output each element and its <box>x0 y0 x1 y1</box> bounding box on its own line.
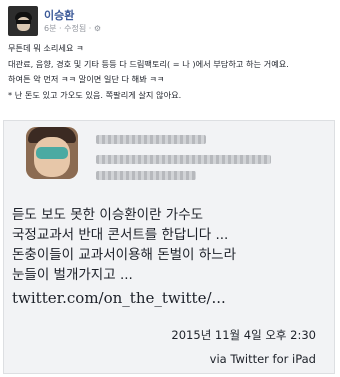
tweet-line: 국정교과서 반대 콘서트를 한답니다 ... <box>12 227 229 243</box>
author-name[interactable]: 이승환 <box>44 7 74 23</box>
tweet-link[interactable]: twitter.com/on_the_twitte/... <box>12 289 226 307</box>
tweet-source: via Twitter for iPad <box>209 352 316 366</box>
edited-label[interactable]: 수정됨 <box>64 24 86 33</box>
post-line: 무튼데 뭐 소리세요 ㅋ <box>8 43 84 53</box>
tweet-screenshot[interactable]: 듣도 보도 못한 이승환이란 가수도 국정교과서 반대 콘서트를 한답니다 ..… <box>3 120 335 374</box>
tweet-line: 듣도 보도 못한 이승환이란 가수도 <box>12 207 204 223</box>
tweet-date: 2015년 11월 4일 오후 2:30 <box>171 328 316 342</box>
post-header: 이승환 6분 · 수정됨 · ⚙ <box>8 6 328 36</box>
post-meta: 6분 · 수정됨 · ⚙ <box>44 24 101 33</box>
tweet-line: 눈들이 벌개가지고 ... <box>12 267 133 283</box>
post-time[interactable]: 6분 <box>44 24 56 33</box>
author-avatar[interactable] <box>8 6 38 36</box>
tweet-line: 돈충이들이 교과서이용해 돈벌이 하느라 <box>12 247 237 263</box>
post-line: 하여튼 악 먼저 ㅋㅋ 말이면 일단 다 해봐 ㅋㅋ <box>8 74 165 84</box>
blurred-handle <box>96 171 196 180</box>
blurred-handle <box>96 155 271 164</box>
post-line: 대관료, 음향, 경호 및 기타 등등 다 드림팩토리( = 나 )에서 부담하… <box>8 58 289 69</box>
post-body: 무튼데 뭐 소리세요 ㅋ 대관료, 음향, 경호 및 기타 등등 다 드림팩토리… <box>8 42 332 104</box>
tweet-avatar <box>26 127 78 179</box>
blurred-username <box>96 135 206 144</box>
post-line: * 난 돈도 있고 가오도 있음. 쪽팔리게 살지 않아요. <box>8 89 182 100</box>
gear-icon[interactable]: ⚙ <box>94 24 101 33</box>
tweet-text: 듣도 보도 못한 이승환이란 가수도 국정교과서 반대 콘서트를 한답니다 ..… <box>12 205 332 285</box>
